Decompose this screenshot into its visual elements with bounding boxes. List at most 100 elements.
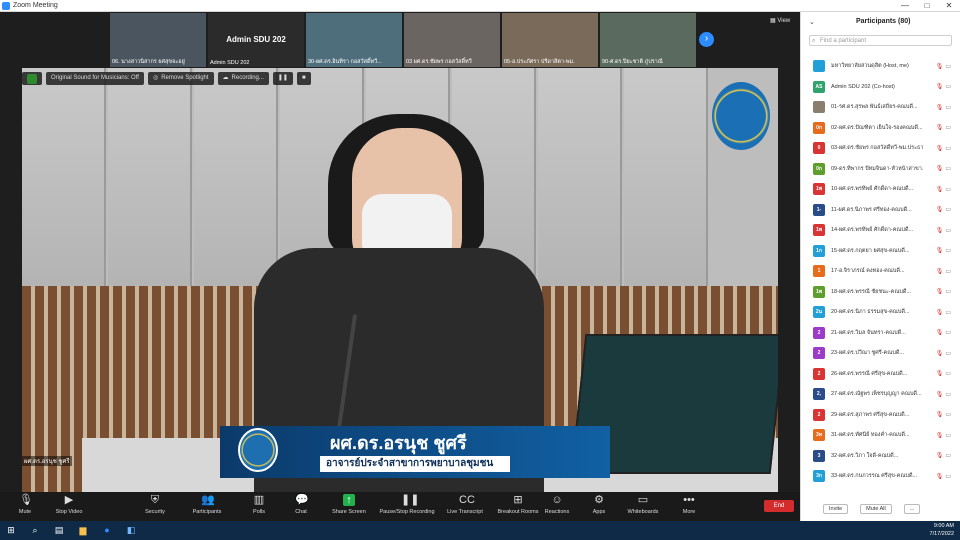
mic-muted-icon[interactable]: 🎙 [936,452,944,459]
gallery-tile[interactable]: 90-ศ.ดร.ปิยะชาติ ภู่ปราณี [600,13,696,67]
video-icon: ▭ [945,186,951,193]
participant-row[interactable]: 1ก 15-ผศ.ดร.กฤตยา ยศสุข-คณบดี... 🎙 ▭ [801,241,957,262]
participant-row[interactable]: 2 29-ผศ.ดร.สุภาพร ศรีสุข-คณบดี... 🎙 ▭ [801,405,957,426]
app-taskbar-icon[interactable]: ◧ [126,525,136,535]
mic-muted-icon[interactable]: 🎙 [936,288,944,295]
close-button[interactable]: ✕ [938,0,960,12]
mic-muted-icon[interactable]: 🎙 [936,432,944,439]
pause-stop-recording-button[interactable]: ❚❚ Pause/Stop Recording [376,494,438,515]
participant-row[interactable]: 3ท 31-ผศ.ดร.ทัศนีย์ ทองคำ-คณบดี... 🎙 ▭ [801,425,957,446]
remove-spotlight-button[interactable]: ◎ Remove Spotlight [147,72,214,85]
participant-status-icons: 🎙 ▭ [936,268,951,275]
avatar: 2 [813,347,825,360]
participants-button[interactable]: 👥 Participants [182,494,232,515]
mic-muted-icon[interactable]: 🎙 [936,268,944,275]
chat-icon: 💬 [295,494,309,506]
minimize-button[interactable]: — [894,0,916,12]
mic-muted-icon[interactable]: 🎙 [936,186,944,193]
mic-muted-icon[interactable]: 🎙 [936,391,944,398]
share-screen-button[interactable]: ↑ Share Screen [324,494,374,515]
active-speaker-name: ผศ.ดร.อรนุช ชูศรี [22,456,72,466]
participant-row[interactable]: 0 03-ผศ.ดร.ชัยพร กอสวัสดิ์ทวี-พม.ประธานหล… [801,138,957,159]
whiteboards-button[interactable]: ▭ Whiteboards [618,494,668,515]
participant-row[interactable]: 2, 27-ผศ.ดร.ณัฐพร เพ็ชรบุญญา คณบดี... 🎙 ▭ [801,384,957,405]
stop-recording-button[interactable]: ■ [296,72,311,85]
mute-all-button[interactable]: Mute All [860,504,892,514]
mic-muted-icon[interactable]: 🎙 [936,350,944,357]
reactions-label: Reactions [544,509,570,515]
participant-search-input[interactable]: ⌕ Find a participant [809,35,952,46]
mic-muted-icon[interactable]: 🎙 [936,63,944,70]
search-icon[interactable]: ⌕ [30,525,40,535]
participant-status-icons: 🎙 ▭ [936,432,951,439]
participant-row[interactable]: 0ก 02-ผศ.ดร.ปัณฑิตา เย็นใจ-รองคณบดี... 🎙 ▭ [801,118,957,139]
mic-muted-icon[interactable]: 🎙 [936,309,944,316]
mic-muted-icon[interactable]: 🎙 [936,165,944,172]
mic-muted-icon[interactable]: 🎙 [936,83,944,90]
participant-row[interactable]: 01-รศ.ดร.สุรพล พันธ์เสถียร-คณบดี... 🎙 ▭ [801,97,957,118]
participant-row[interactable]: 1พ 14-ผศ.ดร.พรทิพย์ ศักดิ์ดา-คณบดี... 🎙 ▭ [801,220,957,241]
invite-button[interactable]: Invite [823,504,849,514]
breakout-icon: ⊞ [513,494,523,506]
participant-row[interactable]: 2น 20-ผศ.ดร.นิภา ธรรมสุข-คณบดี... 🎙 ▭ [801,302,957,323]
participants-panel: ⌄ Participants (80) ⌕ Find a participant … [800,12,960,521]
mic-muted-icon[interactable]: 🎙 [936,206,944,213]
participant-row[interactable]: 1- 11-ผศ.ดร.นิภาพร ศรีทอง-คณบดี... 🎙 ▭ [801,200,957,221]
video-icon: ▭ [945,63,951,70]
participant-name: 09-ดร.ทิพากร ปัทมจินดา-หัวหน้าสาขา... [831,165,923,172]
security-button[interactable]: ⛨ Security [130,494,180,515]
chat-button[interactable]: 💬 Chat [276,494,326,515]
task-view-icon[interactable]: ▤ [54,525,64,535]
mic-muted-icon[interactable]: 🎙 [936,411,944,418]
avatar: 1 [813,265,825,278]
pause-recording-button[interactable]: ❚❚ [272,72,293,85]
view-button[interactable]: ▦ View [770,17,790,24]
participant-row[interactable]: 1 17-อ.จิราภรณ์ คงทอง-คณบดี... 🎙 ▭ [801,261,957,282]
apps-button[interactable]: ⚙ Apps [574,494,624,515]
participant-row[interactable]: 0ก 09-ดร.ทิพากร ปัทมจินดา-หัวหน้าสาขา... 🎙… [801,159,957,180]
live-transcript-button[interactable]: CC Live Transcript [440,494,490,515]
mic-muted-icon[interactable]: 🎙 [936,370,944,377]
participant-row[interactable]: 3ก 33-ผศ.ดร.กนกวรรณ ศรีสุข-คณบดี... 🎙 ▭ [801,466,957,487]
mic-muted-icon[interactable]: 🎙 [936,329,944,336]
mic-muted-icon[interactable]: 🎙 [936,145,944,152]
gallery-tile[interactable]: Admin SDU 202 Admin SDU 202 [208,13,304,67]
participant-status-icons: 🎙 ▭ [936,309,951,316]
participant-row[interactable]: 1พ 10-ผศ.ดร.พรทิพย์ ศักดิ์ดา-คณบดี... 🎙 ▭ [801,179,957,200]
gallery-tile[interactable]: 30-ผศ.ดร.อินทิรา กอสวัสดิ์ทวี... [306,13,402,67]
gallery-tile[interactable]: 06. นางสาวนิสากร ยศสุขจะอยู่ [110,13,206,67]
participant-row[interactable]: 2 23-ผศ.ดร.ปวีณา ชูศรี-คณบดี... 🎙 ▭ [801,343,957,364]
zoom-taskbar-icon[interactable]: ● [102,525,112,535]
more-button[interactable]: ••• More [664,494,714,515]
gallery-next-button[interactable]: › [699,32,714,47]
participant-status-icons: 🎙 ▭ [936,124,951,131]
video-icon: ▭ [945,330,951,337]
collapse-chevron-icon[interactable]: ⌄ [809,18,815,26]
gallery-tile[interactable]: 05-อ.ประภัศรา ปรีดาสิตา-พม. [502,13,598,67]
video-icon: ▭ [945,145,951,152]
mic-muted-icon[interactable]: 🎙 [936,104,944,111]
mic-muted-icon[interactable]: 🎙 [936,473,944,480]
security-shield-icon [27,73,37,84]
end-meeting-button[interactable]: End [764,500,794,512]
participant-row[interactable]: 2 21-ผศ.ดร.วิมล จันทรา-คณบดี... 🎙 ▭ [801,323,957,344]
stop-video-button[interactable]: ▶ Stop Video [44,494,94,515]
more-options-button[interactable]: ... [903,504,921,514]
gallery-tile[interactable]: 03 ผศ.ดร.ชัยพร กอสวัสดิ์ทวี [404,13,500,67]
participant-row[interactable]: 3 32-ผศ.ดร.วิภา ใจดี-คณบดี... 🎙 ▭ [801,446,957,467]
mic-muted-icon[interactable]: 🎙 [936,247,944,254]
mic-muted-icon[interactable]: 🎙 [936,227,944,234]
shield-indicator[interactable] [22,72,42,85]
windows-start-icon[interactable]: ⊞ [6,525,16,535]
participant-row[interactable]: มหาวิทยาลัยสวนดุสิต (Host, me) 🎙 ▭ [801,56,957,77]
system-tray[interactable]: 9:00 AM 7/17/2022 [930,522,954,538]
participant-row[interactable]: 2 26-ผศ.ดร.พรรณี ศรีสุข-คณบดี... 🎙 ▭ [801,364,957,385]
window-title: Zoom Meeting [13,2,58,9]
maximize-button[interactable]: □ [916,0,938,12]
original-sound-indicator[interactable]: Original Sound for Musicians: Off [46,72,144,85]
participant-row[interactable]: 1พ 18-ผศ.ดร.พรรณี ชัยชนะ-คณบดี... 🎙 ▭ [801,282,957,303]
participant-row[interactable]: AS Admin SDU 202 (Co-host) 🎙 ▭ [801,77,957,98]
mute-button[interactable]: 🎙 Mute [0,494,50,515]
mic-muted-icon[interactable]: 🎙 [936,124,944,131]
file-explorer-icon[interactable]: ▆ [78,525,88,535]
